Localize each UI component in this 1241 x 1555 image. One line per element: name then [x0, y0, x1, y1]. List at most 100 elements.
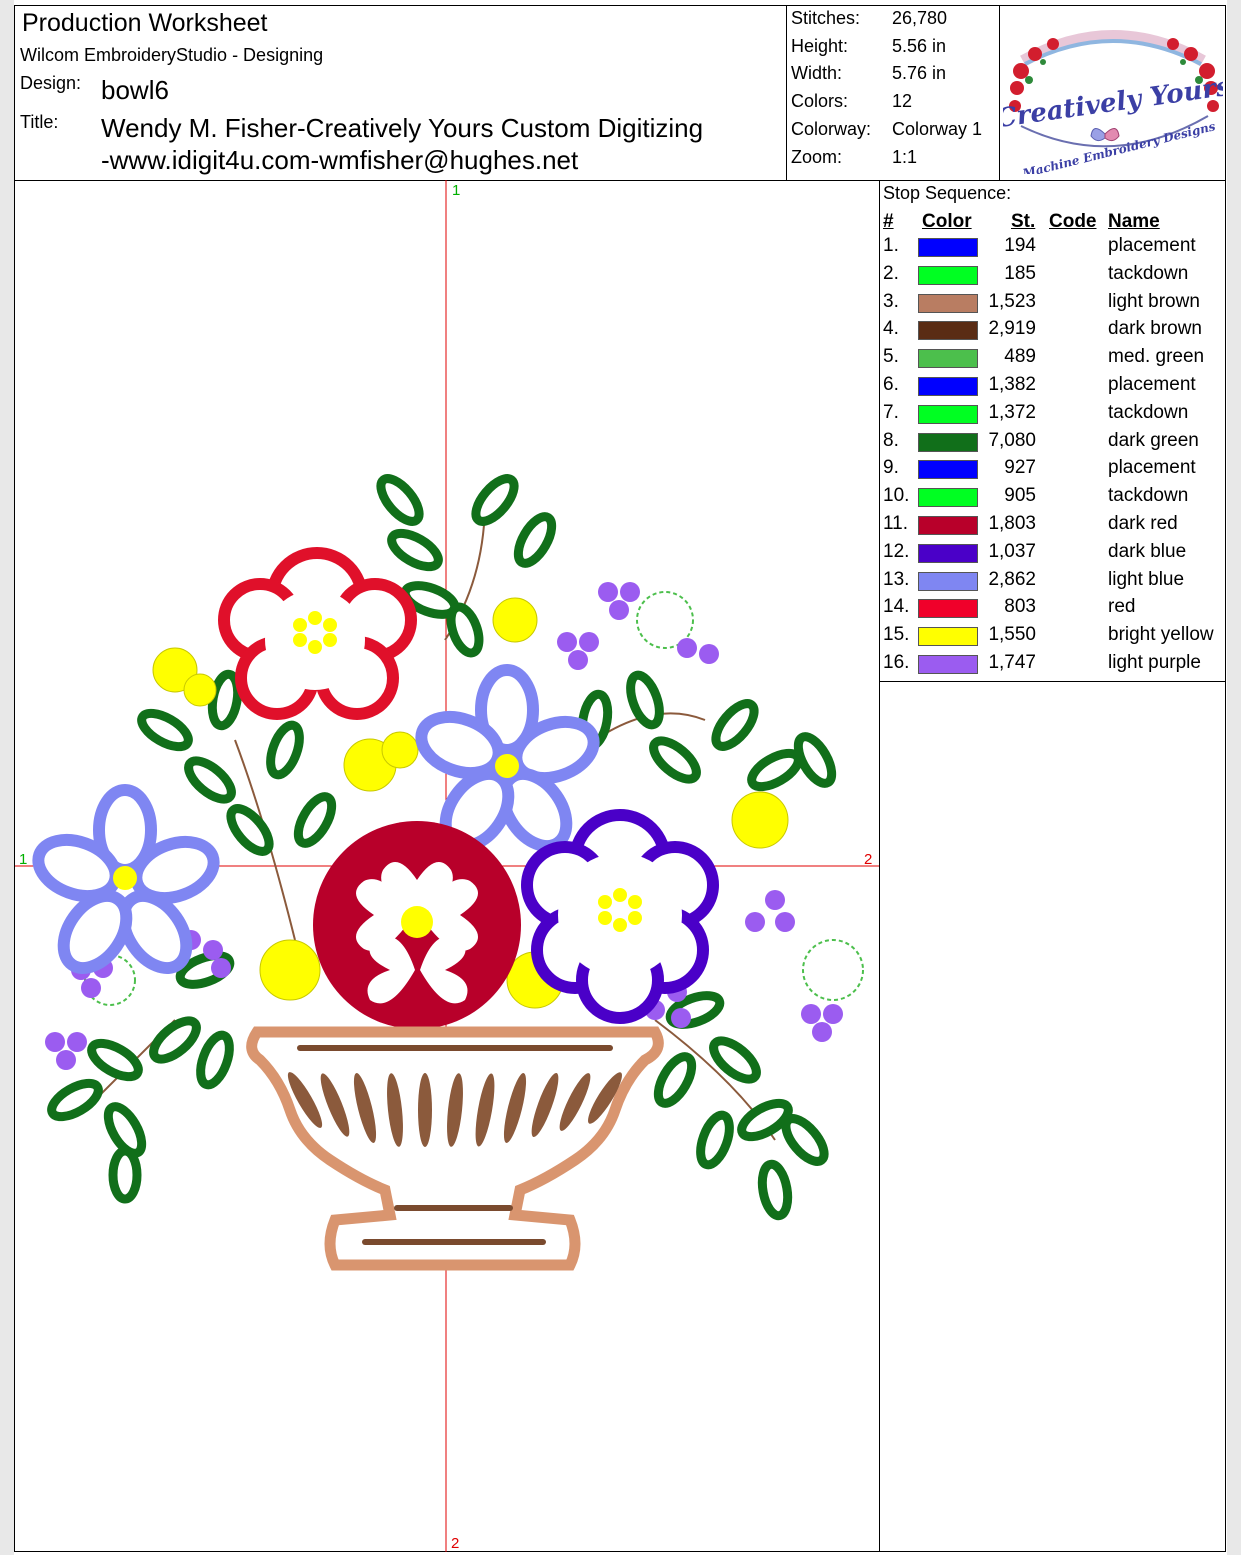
color-name: placement: [1108, 374, 1196, 395]
stop-sequence-row: 4. 2,919 dark brown: [881, 318, 1226, 345]
stop-number: 14.: [883, 596, 910, 618]
width-value: 5.76 in: [892, 63, 947, 83]
title-line-1: Wendy M. Fisher-Creatively Yours Custom …: [101, 113, 704, 143]
design-canvas: 1 1 2 2: [15, 180, 879, 1552]
butterfly-icon: [1090, 128, 1120, 142]
color-swatch: [918, 377, 978, 396]
stop-sequence-row: 11. 1,803 dark red: [881, 513, 1226, 540]
stop-sequence-row: 14. 803 red: [881, 596, 1226, 623]
stop-number: 3.: [883, 290, 899, 312]
stop-sequence-row: 16. 1,747 light purple: [881, 652, 1226, 679]
red-flower-top: [218, 547, 417, 720]
dark-blue-flower: [521, 809, 719, 1024]
embroidery-design: [15, 180, 879, 1552]
colorway-value: Colorway 1: [892, 119, 983, 139]
color-name: placement: [1108, 235, 1196, 256]
stitch-count: 1,372: [988, 401, 1036, 423]
dark-red-heart-flower: [313, 821, 521, 1029]
color-swatch: [918, 516, 978, 535]
stitch-count: 489: [1004, 346, 1036, 368]
axis-label-left: 1: [19, 851, 28, 868]
creatively-yours-logo: Creatively Yours Machine Embroidery Desi…: [1003, 30, 1223, 174]
col-header-color: Color: [922, 211, 972, 232]
production-worksheet: Production Worksheet Wilcom EmbroiderySt…: [14, 5, 1226, 1552]
color-name: light brown: [1108, 290, 1200, 312]
stop-sequence-row: 10. 905 tackdown: [881, 485, 1226, 512]
color-swatch: [918, 460, 978, 480]
stitch-count: 1,037: [988, 540, 1036, 562]
stop-number: 12.: [883, 540, 910, 562]
colors-label: Colors:: [791, 91, 849, 111]
stitch-count: 803: [1004, 596, 1036, 618]
stop-sequence-row: 5. 489 med. green: [881, 346, 1226, 373]
stop-number: 15.: [883, 624, 910, 646]
color-name: red: [1108, 596, 1136, 618]
color-name: light purple: [1108, 652, 1201, 673]
stitches-value: 26,780: [892, 8, 948, 28]
color-name: dark red: [1108, 513, 1178, 534]
stitch-count: 1,803: [988, 513, 1036, 534]
color-name: dark blue: [1108, 540, 1187, 562]
color-swatch: [918, 238, 978, 257]
software-name: Wilcom EmbroideryStudio - Designing: [20, 45, 324, 65]
colors-value: 12: [892, 91, 913, 111]
col-header-code: Code: [1049, 211, 1097, 232]
stop-sequence-row: 15. 1,550 bright yellow: [881, 624, 1226, 651]
stop-number: 4.: [883, 318, 899, 340]
stop-number: 7.: [883, 401, 899, 423]
stitch-count: 194: [1004, 235, 1036, 256]
color-name: bright yellow: [1108, 624, 1214, 646]
stop-number: 9.: [883, 457, 899, 479]
width-label: Width:: [791, 63, 843, 83]
stop-sequence-row: 13. 2,862 light blue: [881, 569, 1226, 596]
zoom-label: Zoom:: [791, 147, 843, 167]
stop-number: 16.: [883, 652, 910, 673]
stop-number: 8.: [883, 429, 899, 451]
col-header-st: St.: [1011, 211, 1036, 232]
color-swatch: [918, 599, 978, 619]
color-name: placement: [1108, 457, 1196, 479]
stop-number: 10.: [883, 485, 910, 507]
color-name: tackdown: [1108, 262, 1189, 284]
stitch-count: 7,080: [988, 429, 1036, 451]
stitch-count: 185: [1004, 262, 1036, 284]
color-name: tackdown: [1108, 401, 1189, 423]
color-name: med. green: [1108, 346, 1205, 368]
stitch-count: 1,523: [988, 290, 1036, 312]
stitches-label: Stitches:: [791, 8, 861, 28]
col-header-num: #: [883, 211, 894, 232]
stitch-count: 905: [1004, 485, 1036, 507]
stop-sequence-row: 7. 1,372 tackdown: [881, 402, 1226, 429]
canvas-panel-divider: [879, 180, 880, 1552]
stop-sequence-row: 12. 1,037 dark blue: [881, 541, 1226, 568]
stitch-count: 2,919: [988, 318, 1036, 340]
color-swatch: [918, 349, 978, 369]
light-blue-flower-left: [32, 784, 220, 975]
stitch-count: 1,747: [988, 652, 1036, 673]
title-line-2: -www.idigit4u.com-wmfisher@hughes.net: [101, 145, 579, 175]
header-divider-2: [999, 6, 1000, 180]
zoom-value: 1:1: [892, 147, 918, 167]
axis-label-bottom: 2: [451, 1535, 460, 1552]
color-name: tackdown: [1108, 485, 1189, 507]
height-label: Height:: [791, 36, 849, 56]
color-swatch: [918, 404, 978, 424]
stop-number: 11.: [883, 513, 909, 534]
axis-label-right: 2: [864, 851, 873, 868]
stop-sequence-row: 6. 1,382 placement: [881, 374, 1226, 401]
logo-line-2: Machine Embroidery Designs: [1020, 119, 1217, 174]
stop-sequence-heading: Stop Sequence:: [883, 183, 1012, 203]
color-name: light blue: [1108, 568, 1185, 590]
stop-sequence-row: 9. 927 placement: [881, 457, 1226, 484]
stop-number: 13.: [883, 568, 910, 590]
stop-sequence-row: 8. 7,080 dark green: [881, 430, 1226, 457]
stop-sequence-bottom-rule: [879, 681, 1225, 682]
stop-sequence-row: 1. 194 placement: [881, 235, 1226, 262]
stop-number: 2.: [883, 262, 899, 284]
stop-sequence-row: 2. 185 tackdown: [881, 263, 1226, 290]
stop-number: 1.: [883, 235, 899, 256]
design-value: bowl6: [101, 75, 169, 105]
stop-number: 6.: [883, 374, 899, 395]
color-name: dark green: [1108, 429, 1199, 451]
color-swatch: [918, 293, 978, 313]
